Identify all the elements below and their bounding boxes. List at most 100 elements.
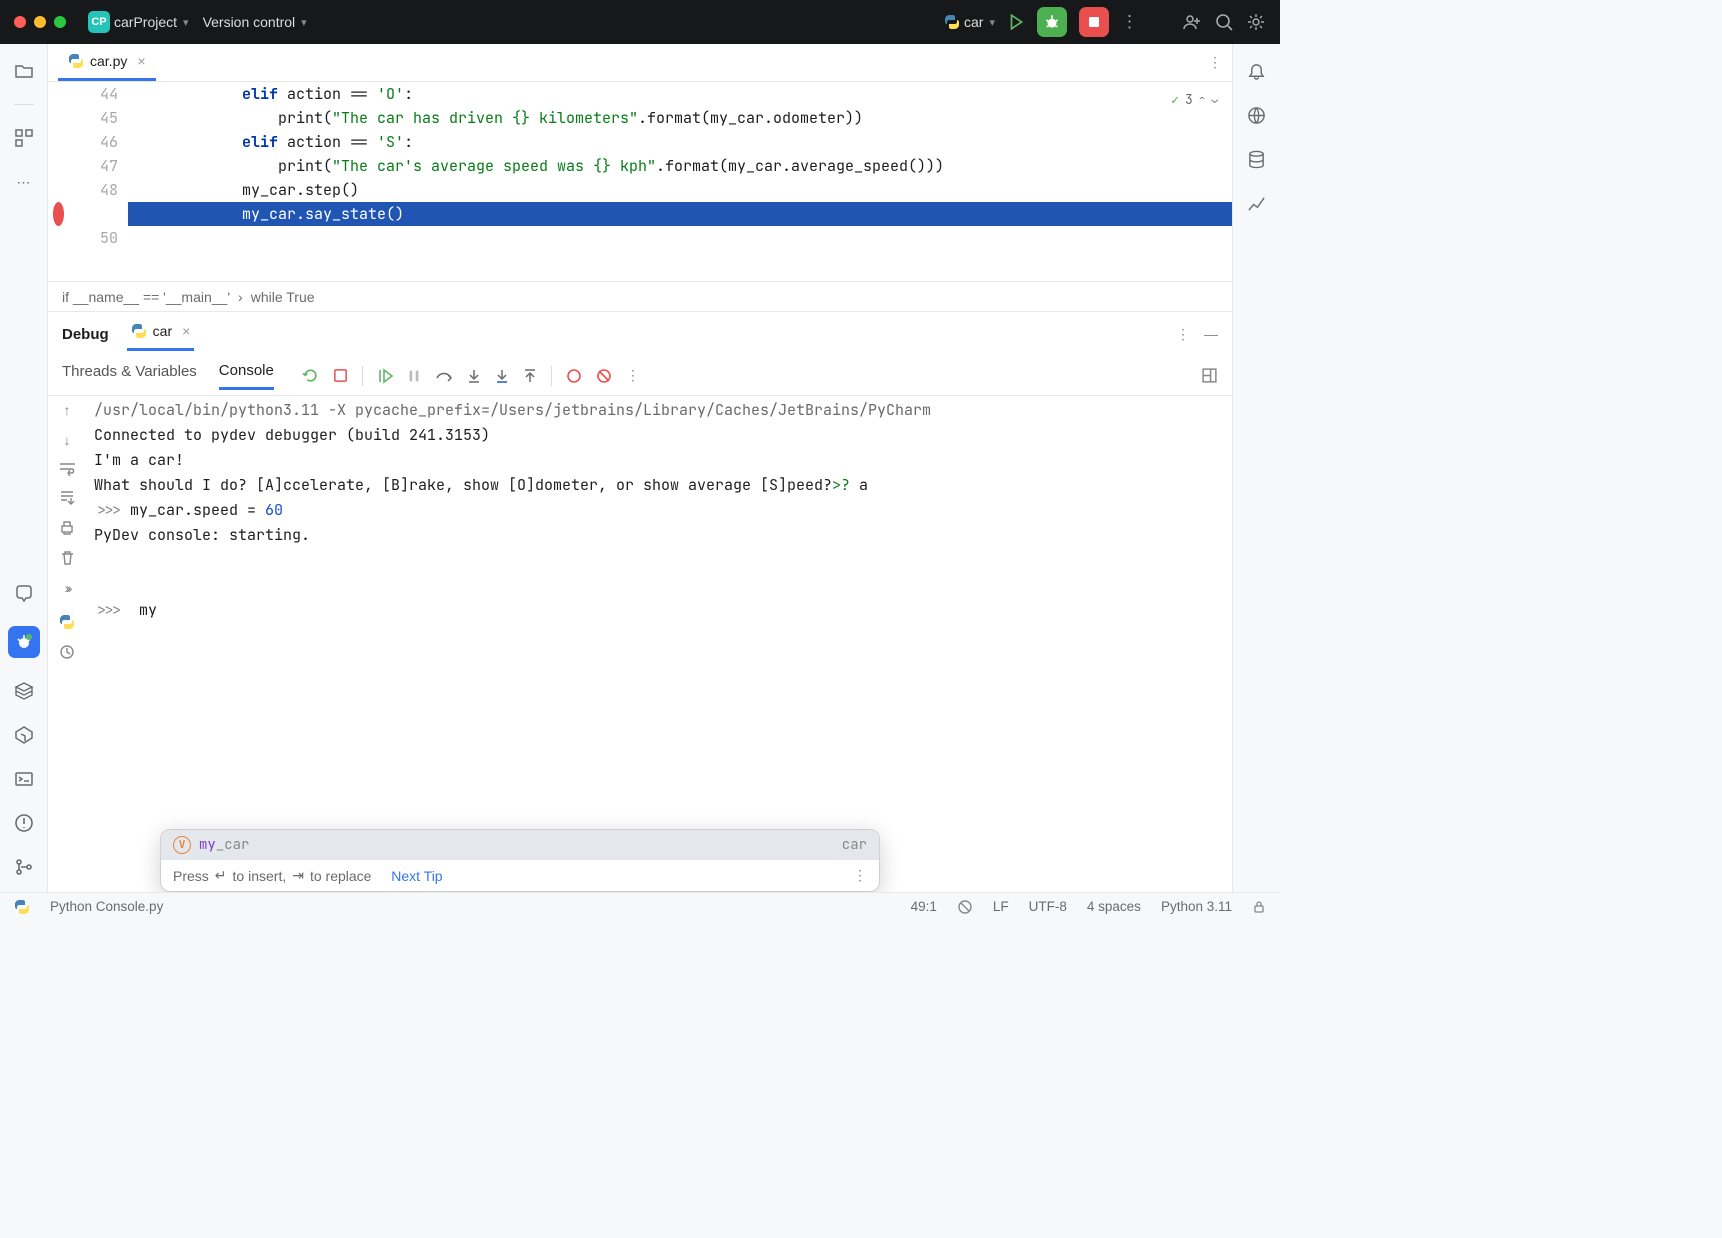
chevron-down-icon[interactable]: ⌄ xyxy=(1211,88,1218,112)
editor-tab[interactable]: car.py × xyxy=(58,44,156,81)
close-tab-icon[interactable]: × xyxy=(137,53,145,69)
vcs-icon[interactable] xyxy=(13,856,35,878)
completion-popup: V my_car car Press ↵ to insert, ⇥ to rep… xyxy=(160,829,880,892)
readonly-icon[interactable] xyxy=(957,899,973,915)
lock-icon[interactable] xyxy=(1252,900,1266,914)
ai-icon[interactable] xyxy=(1246,104,1268,126)
chevron-right-icon: › xyxy=(238,289,243,305)
console-line: Connected to pydev debugger (build 241.3… xyxy=(94,423,1224,448)
code-area[interactable]: elif action == 'O': print("The car has d… xyxy=(128,82,1232,281)
kebab-icon[interactable]: ⋮ xyxy=(1121,12,1138,32)
chevron-up-icon[interactable]: ⌃ xyxy=(1199,88,1206,112)
python-icon xyxy=(14,899,30,915)
breadcrumb[interactable]: if __name__ == '__main__' › while True xyxy=(48,282,1232,312)
view-breakpoints-icon[interactable] xyxy=(566,368,582,384)
search-icon[interactable] xyxy=(1214,12,1234,32)
problems-icon[interactable] xyxy=(13,812,35,834)
close-icon[interactable]: × xyxy=(182,323,190,339)
run-icon[interactable] xyxy=(1007,13,1025,31)
packages-icon[interactable] xyxy=(13,680,35,702)
tab-filename: car.py xyxy=(90,53,127,69)
kebab-icon[interactable]: ⋮ xyxy=(853,867,867,884)
trash-icon[interactable] xyxy=(60,550,75,566)
project-icon[interactable] xyxy=(13,60,35,82)
minimize-window-icon[interactable] xyxy=(34,16,46,28)
debug-session-tab[interactable]: car × xyxy=(127,317,195,351)
console-output[interactable]: /usr/local/bin/python3.11 -X pycache_pre… xyxy=(86,396,1232,892)
python-icon xyxy=(944,14,960,30)
debug-tool-icon[interactable] xyxy=(8,626,40,658)
step-into-my-icon[interactable] xyxy=(495,368,509,384)
console-line: >>> my_car.speed = 60 xyxy=(94,498,1224,523)
history-icon[interactable] xyxy=(59,644,75,660)
step-over-icon[interactable] xyxy=(435,368,453,384)
indent[interactable]: 4 spaces xyxy=(1087,899,1141,914)
debug-console-body: ↑ ↓ ››› /usr/local/bin/python3.11 -X pyc… xyxy=(48,396,1232,892)
enter-key-icon: ↵ xyxy=(215,867,227,884)
mute-breakpoints-icon[interactable] xyxy=(596,368,612,384)
add-user-icon[interactable] xyxy=(1182,12,1202,32)
interpreter[interactable]: Python 3.11 xyxy=(1161,899,1232,914)
minimize-icon[interactable]: — xyxy=(1204,326,1218,343)
debug-title: Debug xyxy=(62,326,109,343)
kebab-icon[interactable]: ⋮ xyxy=(1176,326,1190,343)
tab-console[interactable]: Console xyxy=(219,362,274,390)
variable-badge-icon: V xyxy=(173,836,191,854)
resume-icon[interactable] xyxy=(377,368,393,384)
step-into-icon[interactable] xyxy=(467,368,481,384)
down-arrow-icon[interactable]: ↓ xyxy=(64,432,71,448)
scroll-end-icon[interactable] xyxy=(59,490,75,506)
tab-threads[interactable]: Threads & Variables xyxy=(62,363,197,388)
line-number-gutter: 444546474850 xyxy=(68,82,128,281)
vcs-menu[interactable]: Version control ▾ xyxy=(203,14,307,30)
print-icon[interactable] xyxy=(59,520,75,536)
python-icon xyxy=(68,53,84,69)
right-toolwindow-bar xyxy=(1232,44,1280,892)
cursor-position[interactable]: 49:1 xyxy=(911,899,937,914)
structure-icon[interactable] xyxy=(13,127,35,149)
project-selector[interactable]: CP carProject ▾ xyxy=(80,11,189,33)
pause-icon[interactable] xyxy=(407,369,421,383)
debug-tabs: Threads & Variables Console ⋮ xyxy=(48,356,1232,396)
more-icon[interactable]: ⋯ xyxy=(13,171,35,193)
close-window-icon[interactable] xyxy=(14,16,26,28)
breadcrumb-item[interactable]: while True xyxy=(251,289,315,305)
up-arrow-icon[interactable]: ↑ xyxy=(64,402,71,418)
stop-icon[interactable] xyxy=(333,368,348,383)
kebab-icon[interactable]: ⋮ xyxy=(1208,54,1222,71)
code-editor[interactable]: 444546474850 elif action == 'O': print("… xyxy=(48,82,1232,282)
breadcrumb-item[interactable]: if __name__ == '__main__' xyxy=(62,289,230,305)
step-out-icon[interactable] xyxy=(523,368,537,384)
check-icon: ✓ xyxy=(1171,88,1179,112)
notifications-icon[interactable] xyxy=(1246,60,1268,82)
services-icon[interactable] xyxy=(13,724,35,746)
restart-debug-icon[interactable] xyxy=(302,367,319,384)
python-icon xyxy=(131,323,147,339)
terminal-icon[interactable] xyxy=(13,768,35,790)
run-config-selector[interactable]: car ▾ xyxy=(944,14,995,30)
analytics-icon[interactable] xyxy=(1246,192,1268,214)
layout-icon[interactable] xyxy=(1201,367,1218,384)
database-icon[interactable] xyxy=(1246,148,1268,170)
line-separator[interactable]: LF xyxy=(993,899,1009,914)
stop-button[interactable] xyxy=(1079,7,1109,37)
expand-icon[interactable]: ››› xyxy=(65,580,70,596)
debug-button[interactable] xyxy=(1037,7,1067,37)
python-copilot-icon[interactable] xyxy=(13,582,35,604)
kebab-icon[interactable]: ⋮ xyxy=(626,367,640,384)
project-badge-icon: CP xyxy=(88,11,110,33)
soft-wrap-icon[interactable] xyxy=(59,462,76,476)
next-tip-link[interactable]: Next Tip xyxy=(391,868,442,884)
console-line: /usr/local/bin/python3.11 -X pycache_pre… xyxy=(94,398,1224,423)
inspection-widget[interactable]: ✓ 3 ⌃ ⌄ xyxy=(1171,88,1218,112)
completion-tip: Press ↵ to insert, ⇥ to replace Next Tip… xyxy=(161,860,879,891)
maximize-window-icon[interactable] xyxy=(54,16,66,28)
completion-item[interactable]: V my_car car xyxy=(161,830,879,860)
gear-icon[interactable] xyxy=(1246,12,1266,32)
console-input-line[interactable]: >>> my xyxy=(94,598,1224,623)
breakpoint-gutter[interactable] xyxy=(48,82,68,281)
console-line: What should I do? [A]ccelerate, [B]rake,… xyxy=(94,473,1224,498)
encoding[interactable]: UTF-8 xyxy=(1029,899,1067,914)
status-file[interactable]: Python Console.py xyxy=(50,899,163,914)
python-console-icon[interactable] xyxy=(59,614,75,630)
